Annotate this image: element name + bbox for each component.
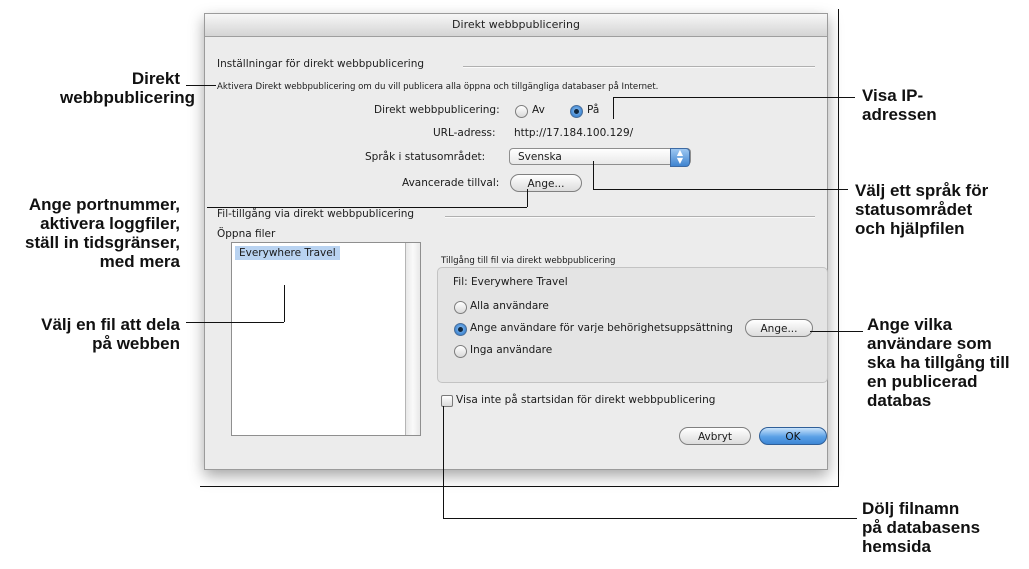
callout-line [186,85,216,86]
access-group-title: Tillgång till fil via direkt webbpublice… [441,256,616,266]
callout-port-number: Ange portnummer, aktivera loggfiler, stä… [25,195,180,271]
popup-arrows-icon: ▲ ▼ [670,148,690,167]
language-popup-value: Svenska [518,151,562,163]
radio-no-users-label: Inga användare [470,344,553,356]
url-label: URL-adress: [433,127,496,139]
specify-users-button[interactable]: Ange... [745,319,813,337]
radio-on-label: På [587,104,600,116]
cancel-button[interactable]: Avbryt [679,427,751,445]
radio-no-users[interactable] [454,345,467,358]
advanced-specify-button[interactable]: Ange... [510,174,582,192]
callout-line [443,406,444,518]
callout-line [810,331,863,332]
callout-line [613,97,614,119]
callout-direct-publishing: Direkt webbpublicering [60,69,196,107]
callout-show-ip: Visa IP- adressen [862,86,937,124]
open-files-list[interactable]: Everywhere Travel [231,242,421,436]
language-label: Språk i statusområdet: [365,151,486,163]
radio-on[interactable] [570,105,583,118]
list-scrollbar[interactable] [405,243,420,435]
language-popup[interactable]: Svenska ▲ ▼ [509,148,691,167]
section-divider [445,216,815,218]
radio-specify-users[interactable] [454,323,467,336]
radio-off[interactable] [515,105,528,118]
dialog-title: Direkt webbpublicering [205,14,827,37]
radio-specify-users-label: Ange användare för varje behörighetsupps… [470,322,733,334]
open-files-label: Öppna filer [217,228,276,240]
callout-line [207,207,527,208]
publishing-label: Direkt webbpublicering: [374,104,500,116]
section-file-access-title: Fil-tillgång via direkt webbpublicering [217,208,415,220]
dialog-window: Direkt webbpublicering Inställningar för… [204,13,828,470]
callout-line [443,518,857,519]
section-divider [463,66,815,68]
callout-line [593,189,848,190]
ok-button[interactable]: OK [759,427,827,445]
callout-line [527,189,528,207]
section-settings-title: Inställningar för direkt webbpublicering [217,58,425,70]
url-value: http://17.184.100.129/ [514,127,634,139]
open-file-item[interactable]: Everywhere Travel [235,246,340,260]
callout-line [613,97,855,98]
radio-all-users[interactable] [454,301,467,314]
callout-line [593,161,594,189]
callout-line [186,322,284,323]
callout-choose-file: Välj en fil att dela på webben [41,315,180,353]
callout-specify-users: Ange vilka användare som ska ha tillgång… [867,315,1010,410]
callout-hide-filenames: Dölj filnamn på databasens hemsida [862,499,981,556]
advanced-label: Avancerade tillval: [402,177,500,189]
callout-line [284,285,285,322]
file-label: Fil: Everywhere Travel [453,276,568,288]
publishing-description: Aktivera Direkt webbpublicering om du vi… [217,82,659,92]
radio-off-label: Av [532,104,545,116]
radio-all-users-label: Alla användare [470,300,549,312]
hide-homepage-label: Visa inte på startsidan för direkt webbp… [456,394,716,406]
callout-choose-language: Välj ett språk för statusområdet och hjä… [855,181,989,238]
